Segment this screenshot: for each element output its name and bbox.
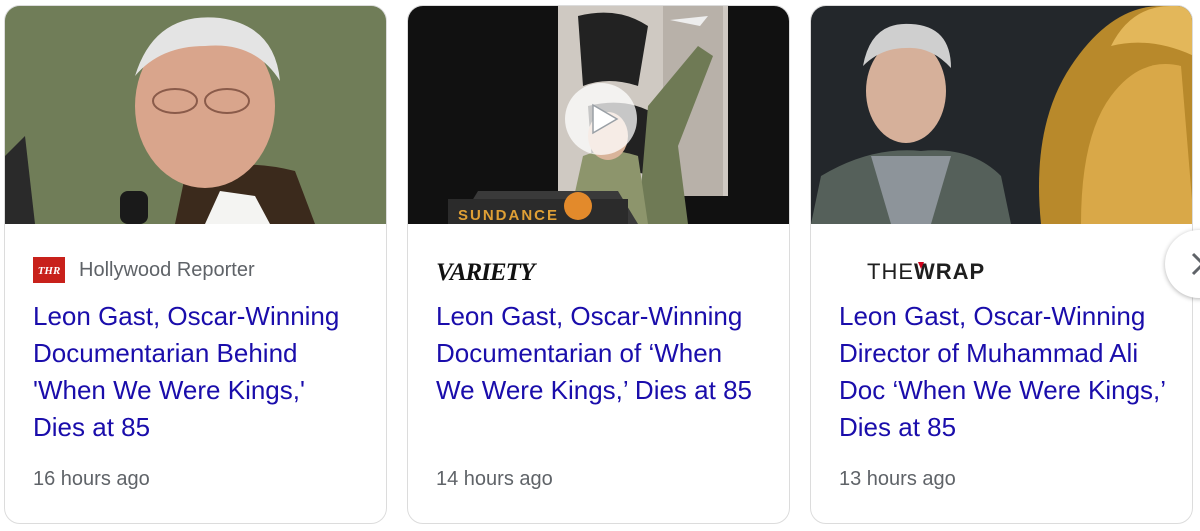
play-icon[interactable] [565,83,637,155]
thumbnail-image [5,6,386,224]
variety-logo: VARIETY [436,259,539,284]
timestamp: 14 hours ago [436,468,553,490]
news-card[interactable]: THEWRAP Leon Gast, Oscar-Winning Directo… [810,5,1193,524]
timestamp: 13 hours ago [839,468,956,490]
thewrap-logo: THEWRAP [867,259,985,283]
timestamp: 16 hours ago [33,468,150,490]
headline-link[interactable]: Leon Gast, Oscar-Winning Director of Muh… [839,298,1169,446]
source: THEWRAP [839,256,989,284]
svg-text:THEWRAP: THEWRAP [867,259,985,283]
news-card[interactable]: SUNDANCE VARIETY Leon Gast, Oscar-Winnin… [407,5,790,524]
thumbnail-image: SUNDANCE [408,6,789,224]
headline-link[interactable]: Leon Gast, Oscar-Winning Documentarian o… [436,298,766,409]
headline-link[interactable]: Leon Gast, Oscar-Winning Documentarian B… [33,298,363,446]
source: THR Hollywood Reporter [33,256,255,284]
news-card[interactable]: THR Hollywood Reporter Leon Gast, Oscar-… [4,5,387,524]
svg-text:THR: THR [38,265,61,277]
next-button[interactable] [1165,230,1200,298]
source: VARIETY [436,256,540,284]
svg-text:VARIETY: VARIETY [436,259,538,284]
svg-text:SUNDANCE: SUNDANCE [458,207,559,224]
chevron-right-icon [1191,252,1200,276]
source-name: Hollywood Reporter [79,258,255,281]
thr-logo: THR [33,257,65,283]
thumbnail-image [811,6,1192,224]
